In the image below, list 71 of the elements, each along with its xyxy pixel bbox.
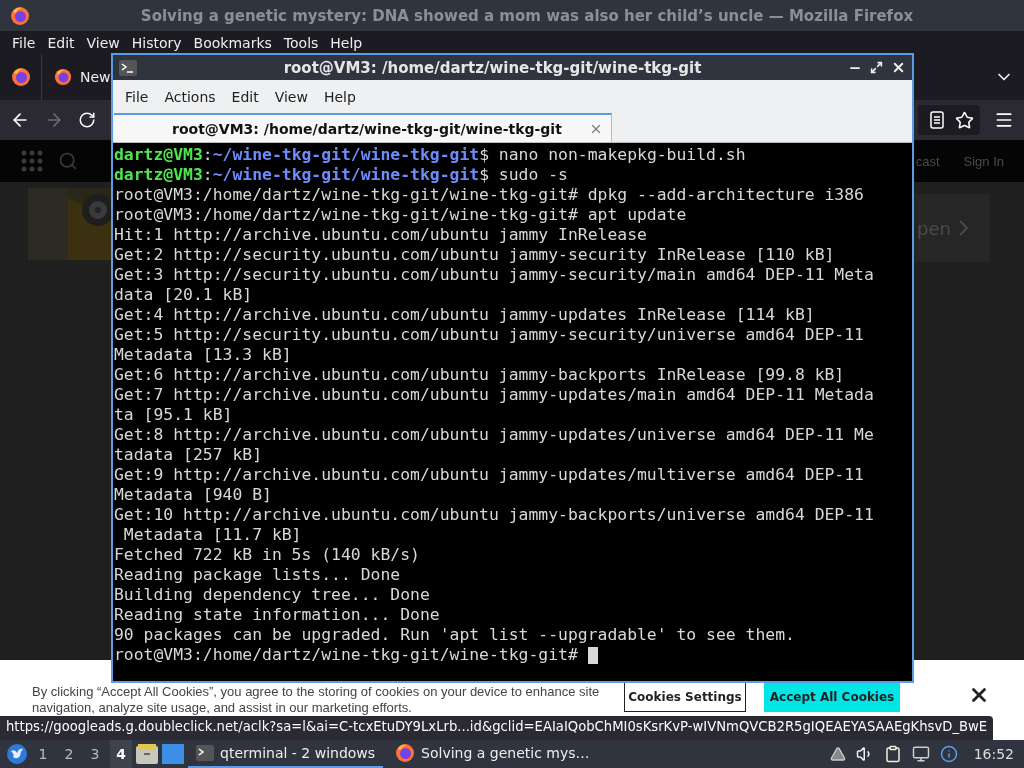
terminal-line: Get:5 http://security.ubuntu.com/ubuntu jammy-security/universe amd64 DEP-11 <box>114 325 864 345</box>
window-title: root@VM3: /home/dartz/wine-tkg-git/wine-tkg-git <box>282 58 703 77</box>
browser-tab[interactable]: New <box>42 54 111 100</box>
status-url: https://googleads.g.doubleclick.net/aclk?sa=l&ai=C-tcxEtuDY9LxLrb...id&gclid=EAIaIQobChMI0sKsrKvP-wIVNmQVCB2R5gIQEAEYASAAEgKhsvD_BwE <box>0 716 994 740</box>
terminal-line: Get:6 http://archive.ubuntu.com/ubuntu jammy-backports InRelease [99.8 kB] <box>114 365 845 385</box>
star-icon[interactable] <box>955 110 974 130</box>
task-button[interactable]: Solving a genetic mys… <box>387 740 598 768</box>
terminal-icon <box>196 745 214 761</box>
terminal-icon <box>119 59 137 76</box>
window-title: Solving a genetic mystery: DNA showed a mom was also her child’s uncle — Mozilla Firefox <box>139 6 915 25</box>
address-bar[interactable] <box>918 105 980 135</box>
terminal-line: Get:7 http://archive.ubuntu.com/ubuntu jammy-updates/main amd64 DEP-11 Metada <box>114 385 874 405</box>
menu-item[interactable]: History <box>125 34 188 51</box>
terminal-line: Fetched 722 kB in 5s (140 kB/s) <box>114 545 420 565</box>
terminal-line: data [20.1 kB] <box>114 285 253 305</box>
terminal-line: Metadata [11.7 kB] <box>122 525 302 545</box>
terminal-line: Hit:1 http://archive.ubuntu.com/ubuntu jammy InRelease <box>114 225 647 245</box>
terminal-line: root@VM3:/home/dartz/wine-tkg-git/wine-tkg-git# dpkg --add-architecture i386 <box>114 185 864 205</box>
menu-item[interactable]: Bookmarks <box>187 34 278 51</box>
terminal-line: Reading state information... Done <box>114 605 440 625</box>
terminal-line: root@VM3:/home/dartz/wine-tkg-git/wine-tkg-git# apt update <box>114 205 687 225</box>
terminal-line: Reading package lists... Done <box>114 565 401 585</box>
terminal-line: Get:9 http://archive.ubuntu.com/ubuntu jammy-updates/multiverse amd64 DEP-11 <box>114 465 864 485</box>
menu-item[interactable]: Actions <box>156 88 224 105</box>
terminal-line: Get:8 http://archive.ubuntu.com/ubuntu jammy-updates/universe amd64 DEP-11 Me <box>114 425 874 445</box>
clock: 16:52 <box>973 746 1014 762</box>
firefox-logo-icon <box>395 743 416 763</box>
terminal-line: ta [95.1 kB] <box>114 405 233 425</box>
reload-icon[interactable] <box>78 111 96 129</box>
workspace-button[interactable]: 4 <box>110 740 132 768</box>
terminal-line: dartz@VM3:~/wine-tkg-git/wine-tkg-git$ sudo -s <box>114 165 569 185</box>
menu-item[interactable]: Tools <box>277 34 325 51</box>
notification-icon[interactable] <box>939 745 958 763</box>
menu-item[interactable]: Edit <box>41 34 81 51</box>
terminal-line: Get:2 http://security.ubuntu.com/ubuntu jammy-security InRelease [110 kB] <box>114 245 835 265</box>
menu-item[interactable]: File <box>117 88 157 105</box>
menu-item[interactable]: Help <box>315 88 364 105</box>
settings-button[interactable]: Cookies Settings <box>624 682 746 712</box>
clipboard-icon[interactable] <box>883 745 902 763</box>
firefox-logo-icon <box>10 5 30 26</box>
menu-icon[interactable] <box>994 110 1014 130</box>
accept-button[interactable]: Accept All Cookies <box>764 682 900 712</box>
workspace-button[interactable]: 2 <box>58 740 80 768</box>
menu-item[interactable]: Edit <box>223 88 267 105</box>
reader-view-icon[interactable] <box>929 111 945 129</box>
menu-item[interactable]: View <box>80 34 126 51</box>
terminal-line: Get:4 http://archive.ubuntu.com/ubuntu jammy-updates InRelease [114 kB] <box>114 305 815 325</box>
terminal-line: dartz@VM3:~/wine-tkg-git/wine-tkg-git$ nano non-makepkg-build.sh <box>114 145 747 165</box>
firefox-logo-icon <box>10 67 31 87</box>
firefox-logo-icon <box>54 68 72 86</box>
close-icon[interactable] <box>891 60 906 75</box>
menu-item[interactable]: File <box>6 34 42 51</box>
terminal-line: root@VM3:/home/dartz/wine-tkg-git/wine-tkg-git# <box>114 645 579 665</box>
terminal-line: Get:10 http://archive.ubuntu.com/ubuntu jammy-backports/universe amd64 DEP-11 <box>114 505 874 525</box>
terminal-tab[interactable]: root@VM3: /home/dartz/wine-tkg-git/wine-tkg-git <box>114 113 612 142</box>
terminal-line: tadata [257 kB] <box>114 445 263 465</box>
workspace-button[interactable]: 1 <box>32 740 54 768</box>
terminal-line: Get:3 http://security.ubuntu.com/ubuntu jammy-security/main amd64 DEP-11 Meta <box>114 265 874 285</box>
terminal-line: Metadata [940 B] <box>114 485 272 505</box>
workspace-button[interactable]: 3 <box>84 740 106 768</box>
terminal-line: Building dependency tree... Done <box>114 585 430 605</box>
chevron-right-icon <box>958 220 968 236</box>
file-manager-icon[interactable] <box>136 744 158 764</box>
menu-item[interactable]: View <box>266 88 316 105</box>
cookie-text: By clicking “Accept All Cookies”, you agree to the storing of cookies on your device to enhance site navigation, analyze site usage, and assist in our marketing efforts. <box>32 684 601 716</box>
terminal-line: Metadata [13.3 kB] <box>114 345 292 365</box>
menu-item[interactable]: Help <box>324 34 369 51</box>
maximize-icon[interactable] <box>870 61 883 74</box>
task-button[interactable]: qterminal - 2 windows <box>188 740 384 768</box>
bird-logo-icon[interactable] <box>6 743 28 765</box>
terminal-line: 90 packages can be upgraded. Run 'apt list --upgradable' to see them. <box>114 625 795 645</box>
